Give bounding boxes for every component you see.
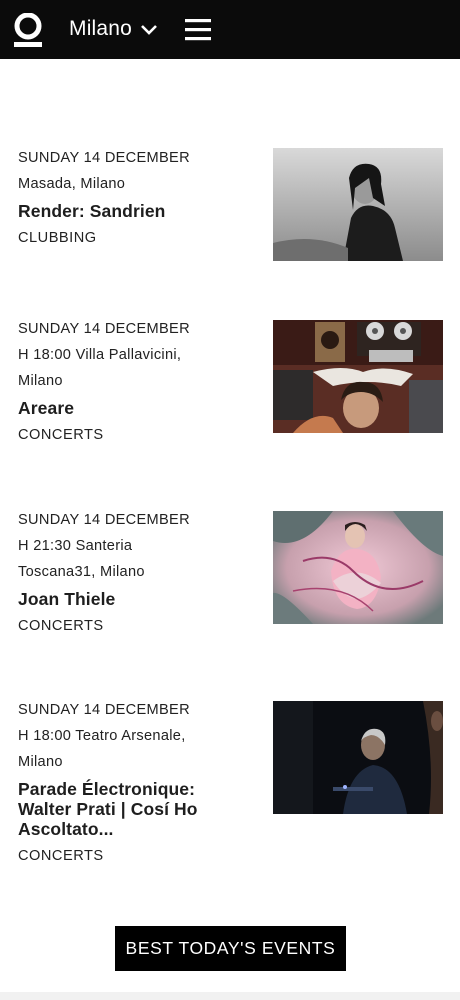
hamburger-menu-icon[interactable] bbox=[185, 19, 211, 41]
event-title[interactable]: Areare bbox=[18, 398, 253, 418]
footer-strip bbox=[0, 992, 460, 1000]
chevron-down-icon bbox=[140, 23, 158, 35]
event-date: SUNDAY 14 DECEMBER bbox=[18, 321, 190, 337]
event-title[interactable]: Joan Thiele bbox=[18, 589, 253, 609]
event-venue: H 21:30 Santeria bbox=[18, 538, 133, 554]
event-venue: H 18:00 Villa Pallavicini, bbox=[18, 347, 182, 363]
event-date: SUNDAY 14 DECEMBER bbox=[18, 702, 190, 718]
event-date: SUNDAY 14 DECEMBER bbox=[18, 150, 190, 166]
studio-tape-reel-photo[interactable] bbox=[273, 320, 443, 433]
monochrome-portrait-photo[interactable] bbox=[273, 148, 443, 261]
event-venue: Masada, Milano bbox=[18, 176, 126, 192]
event-date: SUNDAY 14 DECEMBER bbox=[18, 512, 190, 528]
event-title[interactable]: Parade Électronique: Walter Prati | Cosí… bbox=[18, 779, 253, 839]
event-venue: Toscana31, Milano bbox=[18, 564, 145, 580]
event-venue: H 18:00 Teatro Arsenale, bbox=[18, 728, 186, 744]
city-selector[interactable]: Milano bbox=[69, 14, 158, 44]
event-category: CONCERTS bbox=[18, 427, 104, 443]
event-venue: Milano bbox=[18, 373, 63, 389]
circle-logo-icon[interactable] bbox=[13, 12, 43, 49]
pink-crouching-figure-photo[interactable] bbox=[273, 511, 443, 624]
event-category: CLUBBING bbox=[18, 230, 97, 246]
top-navigation-bar: Milano bbox=[0, 0, 460, 59]
dark-performer-photo[interactable] bbox=[273, 701, 443, 814]
event-category: CONCERTS bbox=[18, 618, 104, 634]
event-category: CONCERTS bbox=[18, 848, 104, 864]
best-today-events-button[interactable]: BEST TODAY'S EVENTS bbox=[115, 926, 346, 971]
event-title[interactable]: Render: Sandrien bbox=[18, 201, 253, 221]
city-label: Milano bbox=[69, 17, 133, 40]
event-venue: Milano bbox=[18, 754, 63, 770]
